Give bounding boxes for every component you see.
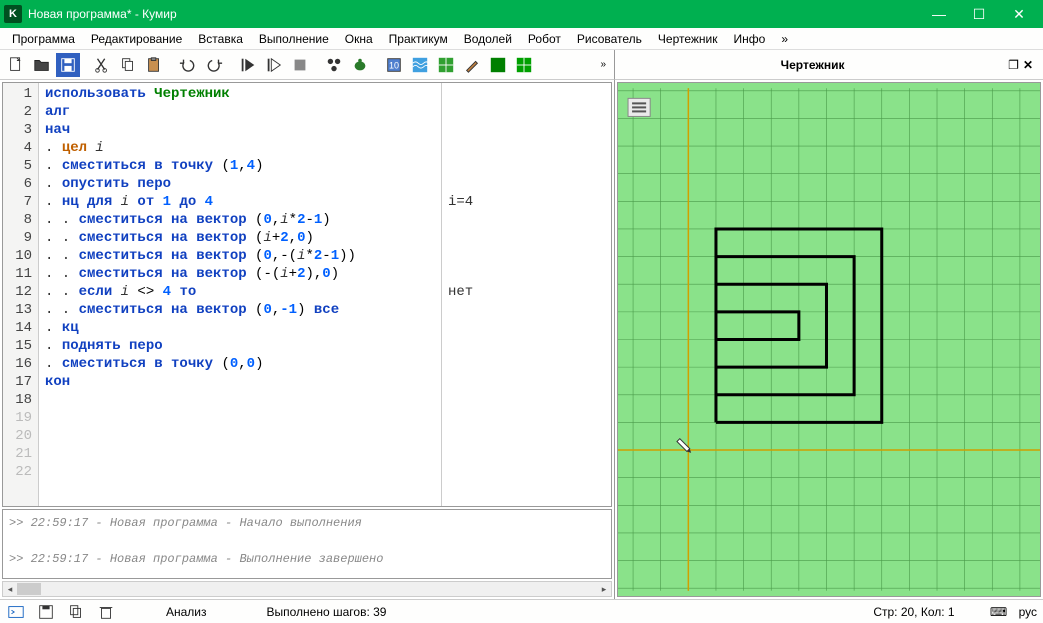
clear-status-icon[interactable]: [96, 602, 116, 622]
brush-button[interactable]: [460, 53, 484, 77]
horizontal-scrollbar[interactable]: ◂ ▸: [2, 581, 612, 597]
open-file-button[interactable]: [30, 53, 54, 77]
menu-»[interactable]: »: [773, 29, 796, 49]
undo-button[interactable]: [176, 53, 200, 77]
right-panel-title: Чертежник: [619, 58, 1006, 72]
status-cursor: Стр: 20, Кол: 1: [873, 605, 954, 619]
editor-pane: 12345678910111213141516171819202122 испо…: [0, 80, 615, 599]
panel-restore-button[interactable]: ❐: [1008, 58, 1019, 72]
cut-button[interactable]: [90, 53, 114, 77]
keyboard-icon[interactable]: ⌨: [989, 602, 1009, 622]
drawing-pane: [615, 80, 1043, 599]
menu-вставка[interactable]: Вставка: [190, 29, 251, 49]
copy-status-icon[interactable]: [66, 602, 86, 622]
menu-редактирование[interactable]: Редактирование: [83, 29, 190, 49]
window-titlebar: K Новая программа* - Кумир — ☐ ✕: [0, 0, 1043, 28]
menu-окна[interactable]: Окна: [337, 29, 381, 49]
green-b-button[interactable]: [512, 53, 536, 77]
panel-close-button[interactable]: ✕: [1023, 58, 1033, 72]
actors-button[interactable]: [322, 53, 346, 77]
drawing-svg: [618, 83, 1040, 596]
menu-чертежник[interactable]: Чертежник: [650, 29, 726, 49]
close-button[interactable]: ✕: [999, 0, 1039, 28]
minimize-button[interactable]: —: [919, 0, 959, 28]
menubar: ПрограммаРедактированиеВставкаВыполнение…: [0, 28, 1043, 50]
menu-водолей[interactable]: Водолей: [456, 29, 520, 49]
status-steps: Выполнено шагов: 39: [267, 605, 387, 619]
run-button[interactable]: [236, 53, 260, 77]
statusbar: Анализ Выполнено шагов: 39 Стр: 20, Кол:…: [0, 599, 1043, 623]
waves-button[interactable]: [408, 53, 432, 77]
output-console[interactable]: >> 22:59:17 - Новая программа - Начало в…: [2, 509, 612, 579]
scroll-right-arrow[interactable]: ▸: [597, 582, 611, 596]
menu-инфо[interactable]: Инфо: [726, 29, 774, 49]
window-title: Новая программа* - Кумир: [28, 7, 919, 21]
copy-button[interactable]: [116, 53, 140, 77]
grid-a-button[interactable]: 10: [382, 53, 406, 77]
scroll-thumb[interactable]: [17, 583, 41, 595]
menu-выполнение[interactable]: Выполнение: [251, 29, 337, 49]
turtle-icon[interactable]: [348, 53, 372, 77]
menu-программа[interactable]: Программа: [4, 29, 83, 49]
toolbar-overflow-button[interactable]: »: [596, 59, 610, 70]
menu-практикум[interactable]: Практикум: [381, 29, 456, 49]
status-lang: рус: [1019, 605, 1037, 619]
svg-text:10: 10: [389, 60, 399, 70]
toolbar: 10 »: [0, 50, 615, 80]
drawing-canvas[interactable]: [617, 82, 1041, 597]
line-number-gutter: 12345678910111213141516171819202122: [3, 83, 39, 506]
code-editor[interactable]: использовать Чертежникалгнач. цел i. сме…: [39, 83, 441, 506]
scroll-left-arrow[interactable]: ◂: [3, 582, 17, 596]
right-panel-header: Чертежник ❐ ✕: [615, 50, 1043, 80]
save-file-button[interactable]: [56, 53, 80, 77]
redo-button[interactable]: [202, 53, 226, 77]
maximize-button[interactable]: ☐: [959, 0, 999, 28]
green-a-button[interactable]: [486, 53, 510, 77]
new-file-button[interactable]: [4, 53, 28, 77]
step-button[interactable]: [262, 53, 286, 77]
stop-button[interactable]: [288, 53, 312, 77]
grid-b-button[interactable]: [434, 53, 458, 77]
terminal-icon[interactable]: [6, 602, 26, 622]
menu-рисователь[interactable]: Рисователь: [569, 29, 650, 49]
menu-робот[interactable]: Робот: [520, 29, 569, 49]
paste-button[interactable]: [142, 53, 166, 77]
app-icon: K: [4, 5, 22, 23]
save-status-icon[interactable]: [36, 602, 56, 622]
margin-annotations: i=4 нет: [441, 83, 611, 506]
status-mode: Анализ: [166, 605, 207, 619]
